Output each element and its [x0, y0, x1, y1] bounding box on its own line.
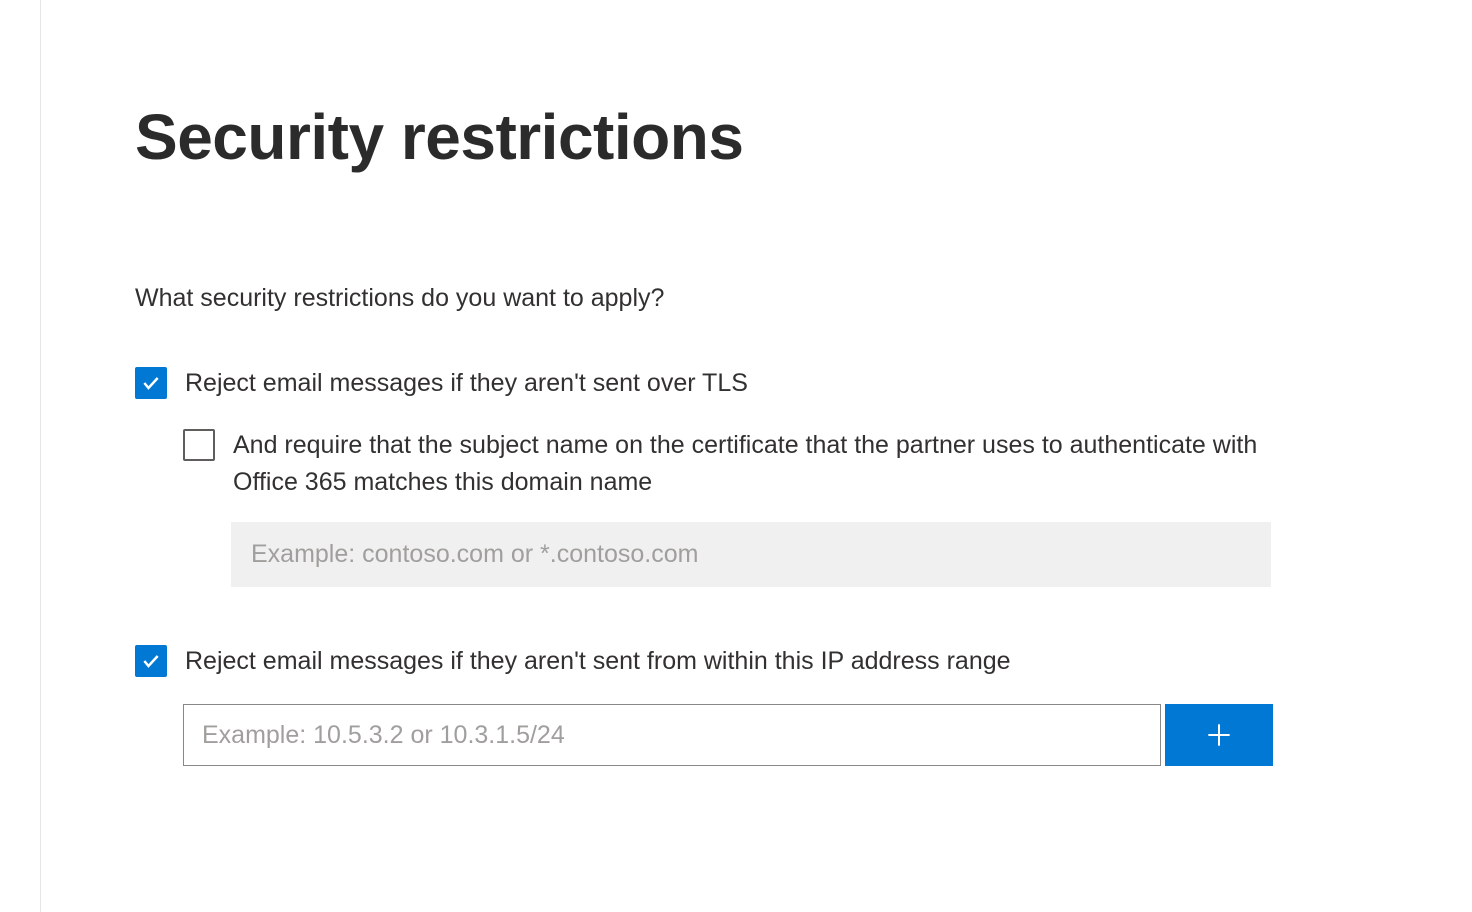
plus-icon	[1203, 719, 1235, 751]
add-ip-button[interactable]	[1165, 704, 1273, 766]
tls-checkbox-row: Reject email messages if they aren't sen…	[135, 365, 1280, 403]
cert-match-checkbox-label: And require that the subject name on the…	[233, 427, 1280, 502]
check-icon	[141, 373, 161, 393]
domain-name-input[interactable]	[231, 522, 1271, 587]
tls-checkbox-label: Reject email messages if they aren't sen…	[185, 365, 748, 403]
ip-address-input[interactable]	[183, 704, 1161, 766]
panel-left-border	[40, 0, 41, 912]
page-title: Security restrictions	[135, 100, 1280, 174]
ip-range-checkbox[interactable]	[135, 645, 167, 677]
check-icon	[141, 651, 161, 671]
ip-range-checkbox-label: Reject email messages if they aren't sen…	[185, 643, 1011, 681]
content-panel: Security restrictions What security rest…	[0, 0, 1280, 766]
cert-match-checkbox-row: And require that the subject name on the…	[183, 427, 1280, 502]
prompt-text: What security restrictions do you want t…	[135, 284, 1280, 313]
tls-checkbox[interactable]	[135, 367, 167, 399]
cert-match-checkbox[interactable]	[183, 429, 215, 461]
ip-input-row	[183, 704, 1280, 766]
ip-range-checkbox-row: Reject email messages if they aren't sen…	[135, 643, 1280, 681]
